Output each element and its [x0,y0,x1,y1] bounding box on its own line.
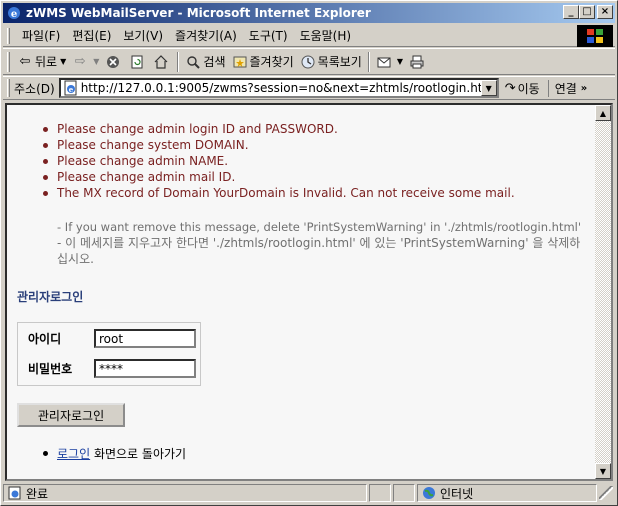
go-label: 이동 [517,81,540,96]
system-warnings: Please change admin login ID and PASSWOR… [37,121,515,201]
maximize-button[interactable]: □ [579,5,595,19]
menu-help[interactable]: 도움말(H) [294,27,358,44]
warning-item: Please change admin mail ID. [37,169,515,185]
page-viewport: Please change admin login ID and PASSWOR… [5,103,613,481]
id-label: 아이디 [28,332,62,346]
address-grip[interactable] [7,79,10,97]
mail-dropdown-icon[interactable]: ▼ [397,57,403,66]
back-to-login-text: 화면으로 돌아가기 [90,447,187,461]
menu-file[interactable]: 파일(F) [16,27,66,44]
address-input[interactable]: e http://127.0.0.1:9005/zwms?session=no&… [58,78,499,98]
scroll-track[interactable] [595,121,611,463]
stop-icon [105,54,121,70]
close-button[interactable]: × [597,5,613,19]
address-url[interactable]: http://127.0.0.1:9005/zwms?session=no&ne… [81,81,497,95]
menu-bar: 파일(F) 편집(E) 보기(V) 즐겨찾기(A) 도구(T) 도움말(H) [3,25,615,47]
mail-icon [376,54,392,70]
history-label: 목록보기 [317,55,362,69]
back-dropdown-icon[interactable]: ▼ [60,57,66,66]
home-icon [153,54,169,70]
search-icon [185,54,201,70]
menu-grip[interactable] [7,27,10,44]
back-button[interactable]: ⇦ 뒤로 ▼ [14,51,69,73]
title-bar[interactable]: e zWMS WebMailServer - Microsoft Interne… [3,3,615,23]
scroll-up-icon[interactable]: ▲ [595,105,611,121]
resize-grip[interactable] [599,486,613,500]
toolbar-separator [367,51,370,72]
admin-login-heading: 관리자로그인 [17,290,84,304]
mail-button[interactable]: ▼ [373,51,406,73]
warning-note-korean: - 이 메세지를 지우고자 한다면 './zhtmls/rootlogin.ht… [57,236,581,266]
browser-window: e zWMS WebMailServer - Microsoft Interne… [0,0,618,506]
password-label: 비밀번호 [28,362,73,376]
status-cell [393,484,415,502]
refresh-button[interactable] [126,51,150,73]
address-bar: 주소(D) e http://127.0.0.1:9005/zwms?sessi… [3,76,615,100]
warning-item: Please change system DOMAIN. [37,137,515,153]
warning-item: Please change admin login ID and PASSWOR… [37,121,515,137]
search-label: 검색 [203,55,226,69]
page-content: Please change admin login ID and PASSWOR… [7,105,597,479]
forward-dropdown-icon[interactable]: ▼ [93,57,99,66]
menu-view[interactable]: 보기(V) [117,27,169,44]
login-link[interactable]: 로그인 [57,447,90,461]
security-zone: 인터넷 [417,484,597,502]
id-input[interactable]: root [94,329,196,348]
page-icon: e [63,80,79,96]
id-row: 아이디 root [28,329,196,348]
address-dropdown-icon[interactable]: ▼ [480,80,497,96]
globe-icon [422,486,436,500]
history-icon [300,54,316,70]
admin-login-button[interactable]: 관리자로그인 [17,403,125,427]
ie-logo-icon: e [6,5,22,21]
links-button[interactable]: 연결 » [547,79,588,97]
history-button[interactable]: 목록보기 [297,51,365,73]
scroll-down-icon[interactable]: ▼ [595,463,611,479]
address-label: 주소(D) [14,81,55,96]
menu-edit[interactable]: 편집(E) [66,27,117,44]
favorites-icon [232,54,248,70]
favorites-label: 즐겨찾기 [249,55,294,69]
print-button[interactable] [406,51,430,73]
status-text: 완료 [26,486,49,501]
zone-label: 인터넷 [440,486,474,501]
go-arrow-icon: ↷ [504,80,516,96]
status-cell [369,484,391,502]
standard-toolbar: ⇦ 뒤로 ▼ ⇨ ▼ 검색 즐겨찾기 목록보기 ▼ [3,48,615,75]
toolbar-grip[interactable] [7,51,10,72]
login-form: 아이디 root 비밀번호 **** [17,322,201,386]
go-button[interactable]: ↷ 이동 [505,80,540,97]
toolbar-separator [177,51,180,72]
search-button[interactable]: 검색 [182,51,228,73]
home-button[interactable] [150,51,174,73]
status-bar: 완료 인터넷 [3,483,615,503]
password-row: 비밀번호 **** [28,359,196,378]
back-label: 뒤로 [35,55,58,69]
back-arrow-icon: ⇦ [19,54,31,69]
chevron-right-icon: » [580,82,588,94]
vertical-scrollbar[interactable]: ▲ ▼ [595,105,611,479]
menu-favorites[interactable]: 즐겨찾기(A) [169,27,243,44]
svg-text:e: e [11,9,17,20]
stop-button[interactable] [102,51,126,73]
minimize-button[interactable]: _ [563,5,579,19]
warning-item: The MX record of Domain YourDomain is In… [37,185,515,201]
done-page-icon [8,486,22,500]
back-to-login: 로그인 화면으로 돌아가기 [37,445,186,462]
svg-text:e: e [68,85,73,94]
menu-tools[interactable]: 도구(T) [243,27,294,44]
warning-note: - If you want remove this message, delet… [57,219,587,267]
warning-note-english: - If you want remove this message, delet… [57,220,582,234]
windows-logo-icon [577,25,613,47]
print-icon [409,54,425,70]
password-input[interactable]: **** [94,359,196,378]
forward-arrow-icon: ⇨ [74,54,86,69]
refresh-icon [129,54,145,70]
window-title: zWMS WebMailServer - Microsoft Internet … [26,6,371,20]
links-label: 연결 [554,81,577,96]
favorites-button[interactable]: 즐겨찾기 [229,51,297,73]
status-main: 완료 [3,484,367,502]
forward-button[interactable]: ⇨ ▼ [69,51,102,73]
warning-item: Please change admin NAME. [37,153,515,169]
